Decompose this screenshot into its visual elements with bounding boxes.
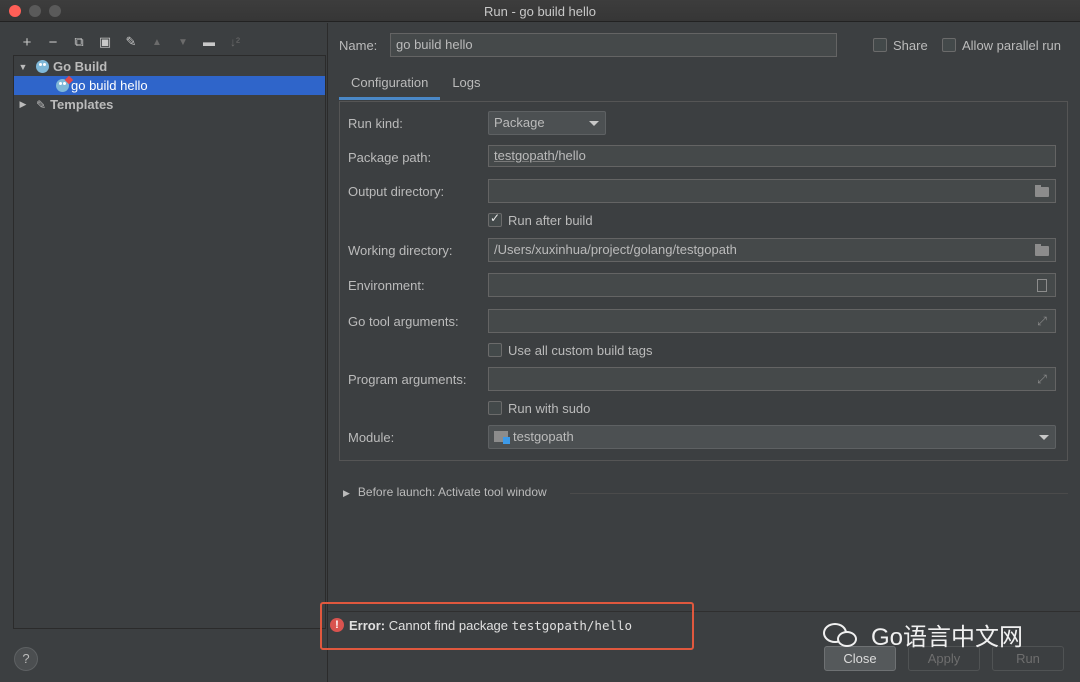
run-kind-label: Run kind:: [348, 116, 403, 131]
package-path-suffix: /hello: [554, 148, 586, 163]
move-up-icon[interactable]: ▲: [144, 31, 170, 53]
program-arguments-label: Program arguments:: [348, 372, 467, 387]
share-checkbox[interactable]: [873, 38, 887, 52]
collapse-arrow-icon: ▶: [343, 488, 350, 498]
before-launch-label: Before launch: Activate tool window: [357, 485, 547, 499]
edit-environment-icon[interactable]: [1037, 279, 1047, 292]
working-directory-input[interactable]: /Users/xuxinhua/project/golang/testgopat…: [488, 238, 1056, 262]
config-tabs: Configuration Logs: [339, 70, 493, 100]
program-arguments-input[interactable]: ⤢: [488, 367, 1056, 391]
package-path-prefix: testgopath: [494, 148, 555, 163]
tab-logs[interactable]: Logs: [440, 70, 492, 100]
watermark-text: Go语言中文网: [871, 623, 1024, 651]
run-kind-select[interactable]: Package: [488, 111, 606, 135]
error-prefix: Error:: [349, 618, 386, 633]
output-directory-label: Output directory:: [348, 184, 445, 199]
wechat-icon: [823, 619, 863, 649]
move-down-icon[interactable]: ▼: [170, 31, 196, 53]
collapse-arrow-icon[interactable]: ▶: [16, 99, 30, 110]
module-icon: [494, 431, 510, 444]
expand-arrow-icon[interactable]: ▼: [16, 62, 30, 72]
error-icon: !: [330, 618, 344, 632]
module-label: Module:: [348, 430, 395, 445]
run-with-sudo-checkbox[interactable]: [488, 401, 502, 415]
help-button[interactable]: ?: [14, 647, 38, 671]
name-input[interactable]: go build hello: [390, 33, 837, 57]
configuration-tree: ▼ Go Build go build hello ▶ ✎ Templates: [13, 55, 326, 629]
title-bar: Run - go build hello: [0, 0, 1080, 22]
go-tool-arguments-input[interactable]: ⤢: [488, 309, 1056, 333]
go-tool-arguments-label: Go tool arguments:: [348, 314, 459, 329]
wrench-icon[interactable]: ✎: [118, 31, 144, 53]
configuration-pane: Run kind: Package Package path: testgopa…: [339, 101, 1068, 461]
error-text: Error: Cannot find package testgopath/he…: [349, 618, 632, 633]
custom-build-tags-label: Use all custom build tags: [508, 343, 653, 358]
window-title: Run - go build hello: [483, 4, 597, 19]
run-after-build-checkbox[interactable]: [488, 211, 502, 227]
tree-item-go-build-hello[interactable]: go build hello: [14, 76, 325, 95]
remove-icon[interactable]: −: [40, 31, 66, 53]
sort-icon[interactable]: ↓²: [222, 31, 248, 53]
error-package: testgopath/hello: [511, 618, 633, 633]
gopher-error-icon: [56, 79, 69, 92]
before-launch-section[interactable]: ▶ Before launch: Activate tool window: [343, 485, 547, 499]
error-message-box: ! Error: Cannot find package testgopath/…: [320, 602, 694, 650]
run-kind-value: Package: [494, 115, 545, 130]
custom-build-tags-checkbox[interactable]: [488, 343, 502, 357]
output-directory-input[interactable]: [488, 179, 1056, 203]
module-value: testgopath: [513, 429, 574, 444]
expand-field-icon[interactable]: ⤢: [1035, 372, 1049, 386]
allow-parallel-checkbox[interactable]: [942, 38, 956, 52]
copy-icon[interactable]: ⧉: [66, 31, 92, 53]
environment-input[interactable]: [488, 273, 1056, 297]
error-message: Cannot find package: [388, 618, 509, 633]
module-select[interactable]: testgopath: [488, 425, 1056, 449]
before-launch-divider: [570, 493, 1068, 494]
chevron-down-icon: [589, 121, 599, 126]
browse-folder-icon[interactable]: [1035, 244, 1049, 256]
package-path-label: Package path:: [348, 150, 432, 165]
expand-field-icon[interactable]: ⤢: [1035, 314, 1049, 328]
tree-templates-label: Templates: [50, 97, 114, 112]
run-with-sudo-label: Run with sudo: [508, 401, 591, 416]
configuration-editor: Name: go build hello Share Allow paralle…: [320, 23, 1080, 682]
add-icon[interactable]: +: [14, 31, 40, 53]
working-directory-value: /Users/xuxinhua/project/golang/testgopat…: [494, 242, 737, 257]
name-label: Name:: [339, 38, 378, 53]
wrench-icon: ✎: [36, 97, 47, 112]
configuration-tree-panel: + − ⧉ ▣ ✎ ▲ ▼ ▬ ↓² ▼ Go Build go build h…: [0, 23, 327, 682]
save-icon[interactable]: ▣: [92, 31, 118, 53]
tree-toolbar: + − ⧉ ▣ ✎ ▲ ▼ ▬ ↓²: [14, 31, 248, 53]
tab-configuration[interactable]: Configuration: [339, 70, 441, 100]
tree-group-templates[interactable]: ▶ ✎ Templates: [14, 95, 325, 114]
folder-icon[interactable]: ▬: [196, 31, 222, 53]
tree-group-go-build[interactable]: ▼ Go Build: [14, 57, 325, 76]
chevron-down-icon: [1039, 435, 1049, 440]
tree-group-label: Go Build: [53, 59, 108, 74]
environment-label: Environment:: [348, 278, 425, 293]
run-after-build-label: Run after build: [508, 213, 593, 228]
tree-item-label: go build hello: [71, 78, 148, 93]
share-label: Share: [893, 38, 928, 53]
browse-folder-icon[interactable]: [1035, 185, 1049, 197]
package-path-input[interactable]: testgopath/hello: [488, 145, 1056, 167]
gopher-icon: [36, 60, 49, 73]
working-directory-label: Working directory:: [348, 243, 453, 258]
watermark: Go语言中文网: [823, 616, 1023, 652]
allow-parallel-label: Allow parallel run: [962, 38, 1061, 53]
